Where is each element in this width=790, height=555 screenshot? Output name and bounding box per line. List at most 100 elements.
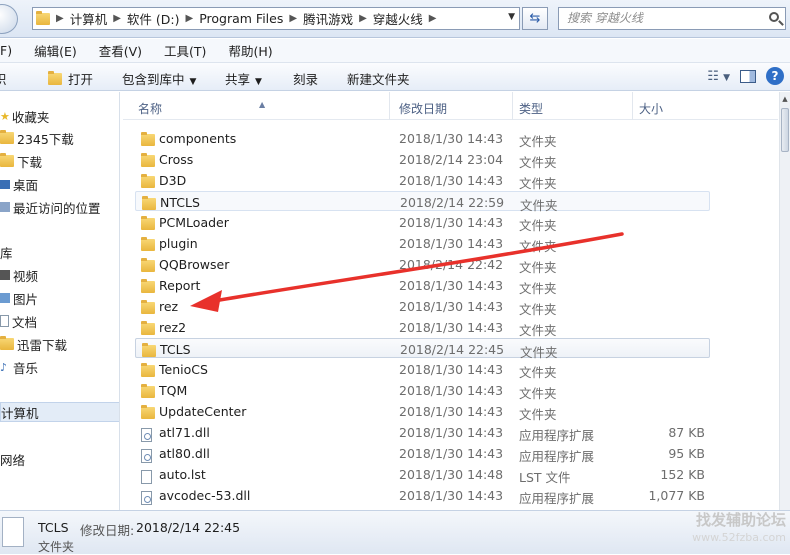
folder-icon [0, 130, 14, 144]
sidebar-favorites[interactable]: ★ 收藏夹 [0, 106, 119, 126]
file-icon [141, 467, 155, 484]
menu-tools[interactable]: 工具(T) [164, 41, 206, 60]
share-button[interactable]: 共享 ▼ [225, 69, 262, 88]
sidebar-label: 网络 [0, 452, 26, 468]
sidebar-label: 图片 [13, 291, 39, 307]
desktop-icon [0, 179, 10, 189]
column-divider[interactable] [512, 92, 513, 120]
file-type: 文件夹 [519, 218, 557, 233]
breadcrumb-computer[interactable]: 计算机 [70, 9, 108, 28]
refresh-button[interactable]: ⇆ [522, 7, 548, 30]
file-list: ▲ 名称 修改日期 类型 大小 components 2018/1/30 14:4… [123, 92, 778, 510]
file-row[interactable]: TCLS 2018/2/14 22:45 文件夹 [135, 338, 710, 360]
search-icon[interactable] [769, 12, 779, 22]
file-name: TQM [159, 383, 188, 398]
sidebar-item-documents[interactable]: 文档 [0, 311, 119, 331]
file-row[interactable]: Report 2018/1/30 14:43 文件夹 [135, 275, 710, 296]
sidebar-item-videos[interactable]: 视频 [0, 265, 119, 285]
file-row[interactable]: NTCLS 2018/2/14 22:59 文件夹 [135, 191, 710, 213]
preview-pane-icon[interactable] [740, 69, 756, 83]
column-type[interactable]: 类型 [519, 100, 543, 117]
menu-help[interactable]: 帮助(H) [228, 41, 272, 60]
menu-view[interactable]: 查看(V) [99, 41, 142, 60]
music-icon: ♪ [0, 361, 8, 374]
sidebar-computer[interactable]: 计算机 [0, 402, 119, 422]
sidebar-item-music[interactable]: ♪ 音乐 [0, 357, 119, 377]
include-in-library-button[interactable]: 包含到库中 ▼ [122, 69, 196, 88]
menu-edit[interactable]: 编辑(E) [34, 41, 77, 60]
address-input[interactable]: ▶ 计算机 ▶ 软件 (D:) ▶ Program Files ▶ 腾讯游戏 ▶… [32, 7, 520, 30]
chevron-right-icon: ▶ [185, 13, 194, 24]
sidebar-item-desktop[interactable]: 桌面 [0, 174, 119, 194]
file-name: Report [159, 278, 201, 293]
column-date[interactable]: 修改日期 [399, 100, 447, 117]
menu-file[interactable]: F) [0, 43, 12, 58]
status-date: 2018/2/14 22:45 [136, 520, 241, 535]
breadcrumb-program-files[interactable]: Program Files [199, 11, 283, 26]
burn-button[interactable]: 刻录 [293, 69, 318, 88]
open-button[interactable]: 打开 [48, 69, 93, 88]
sidebar-item-2345-downloads[interactable]: 2345下载 [0, 128, 119, 148]
sidebar-network[interactable]: 网络 [0, 449, 119, 469]
file-row[interactable]: TenioCS 2018/1/30 14:43 文件夹 [135, 359, 710, 380]
file-row[interactable]: plugin 2018/1/30 14:43 文件夹 [135, 233, 710, 254]
folder-icon [141, 257, 155, 272]
column-divider[interactable] [389, 92, 390, 120]
column-size[interactable]: 大小 [639, 100, 663, 117]
breadcrumb-tencent-games[interactable]: 腾讯游戏 [303, 9, 353, 28]
sidebar-item-downloads[interactable]: 下载 [0, 151, 119, 171]
chevron-down-icon[interactable]: ▼ [508, 12, 515, 22]
navigation-pane: ★ 收藏夹 2345下载 下载 桌面 最近访问的位置 库 视频 图片 文档 迅雷下… [0, 92, 120, 510]
file-type: 文件夹 [519, 260, 557, 275]
scroll-up-icon[interactable]: ▲ [780, 92, 790, 106]
search-input[interactable]: 搜索 穿越火线 [558, 7, 786, 30]
file-name: avcodec-53.dll [159, 488, 251, 503]
file-name: NTCLS [160, 195, 200, 210]
breadcrumb-drive[interactable]: 软件 (D:) [127, 9, 180, 28]
file-row[interactable]: Cross 2018/2/14 23:04 文件夹 [135, 149, 710, 170]
sort-ascending-icon: ▲ [259, 100, 266, 109]
sidebar-label: 最近访问的位置 [13, 200, 101, 216]
file-date: 2018/1/30 14:43 [399, 404, 504, 419]
file-row[interactable]: components 2018/1/30 14:43 文件夹 [135, 128, 710, 149]
file-name: plugin [159, 236, 198, 251]
breadcrumb-crossfire[interactable]: 穿越火线 [373, 9, 423, 28]
sidebar-label: 2345下载 [17, 131, 74, 147]
folder-icon [141, 299, 155, 314]
chevron-right-icon: ▶ [359, 13, 367, 24]
details-pane: TCLS 修改日期: 2018/2/14 22:45 文件夹 [0, 510, 790, 554]
file-row[interactable]: TQM 2018/1/30 14:43 文件夹 [135, 380, 710, 401]
file-name: atl80.dll [159, 446, 210, 461]
sidebar-item-pictures[interactable]: 图片 [0, 288, 119, 308]
scrollbar-thumb[interactable] [781, 108, 789, 152]
file-row[interactable]: auto.lst 2018/1/30 14:48 LST 文件 152 KB [135, 464, 710, 485]
file-row[interactable]: atl80.dll 2018/1/30 14:43 应用程序扩展 95 KB [135, 443, 710, 464]
sidebar-item-recent-places[interactable]: 最近访问的位置 [0, 197, 119, 217]
file-row[interactable]: QQBrowser 2018/2/14 22:42 文件夹 [135, 254, 710, 275]
back-button[interactable] [0, 4, 18, 34]
file-name: TCLS [160, 342, 191, 357]
vertical-scrollbar[interactable]: ▲ [779, 92, 790, 510]
view-options-icon[interactable]: ☷ ▼ [707, 69, 730, 84]
sidebar-label: 迅雷下载 [17, 337, 68, 353]
picture-icon [0, 293, 10, 303]
help-icon[interactable]: ? [766, 67, 784, 85]
file-row[interactable]: atl71.dll 2018/1/30 14:43 应用程序扩展 87 KB [135, 422, 710, 443]
sidebar-libraries[interactable]: 库 [0, 242, 119, 262]
file-row[interactable]: D3D 2018/1/30 14:43 文件夹 [135, 170, 710, 191]
sidebar-label: 收藏夹 [11, 109, 50, 125]
file-row[interactable]: avcodec-53.dll 2018/1/30 14:43 应用程序扩展 1,077… [135, 485, 710, 506]
file-row[interactable]: rez 2018/1/30 14:43 文件夹 [135, 296, 710, 317]
file-row[interactable]: PCMLoader 2018/1/30 14:43 文件夹 [135, 212, 710, 233]
column-name[interactable]: 名称 [138, 100, 162, 117]
organize-button[interactable]: 织 [0, 69, 7, 88]
file-row[interactable]: rez2 2018/1/30 14:43 文件夹 [135, 317, 710, 338]
new-folder-button[interactable]: 新建文件夹 [347, 69, 410, 88]
file-row[interactable]: UpdateCenter 2018/1/30 14:43 文件夹 [135, 401, 710, 422]
file-type: 文件夹 [519, 365, 557, 380]
sidebar-item-thunder-downloads[interactable]: 迅雷下载 [0, 334, 119, 354]
chevron-right-icon: ▶ [56, 13, 64, 24]
file-size: 87 KB [668, 425, 705, 440]
address-bar-area: ▶ 计算机 ▶ 软件 (D:) ▶ Program Files ▶ 腾讯游戏 ▶… [0, 0, 790, 38]
column-divider[interactable] [632, 92, 633, 120]
